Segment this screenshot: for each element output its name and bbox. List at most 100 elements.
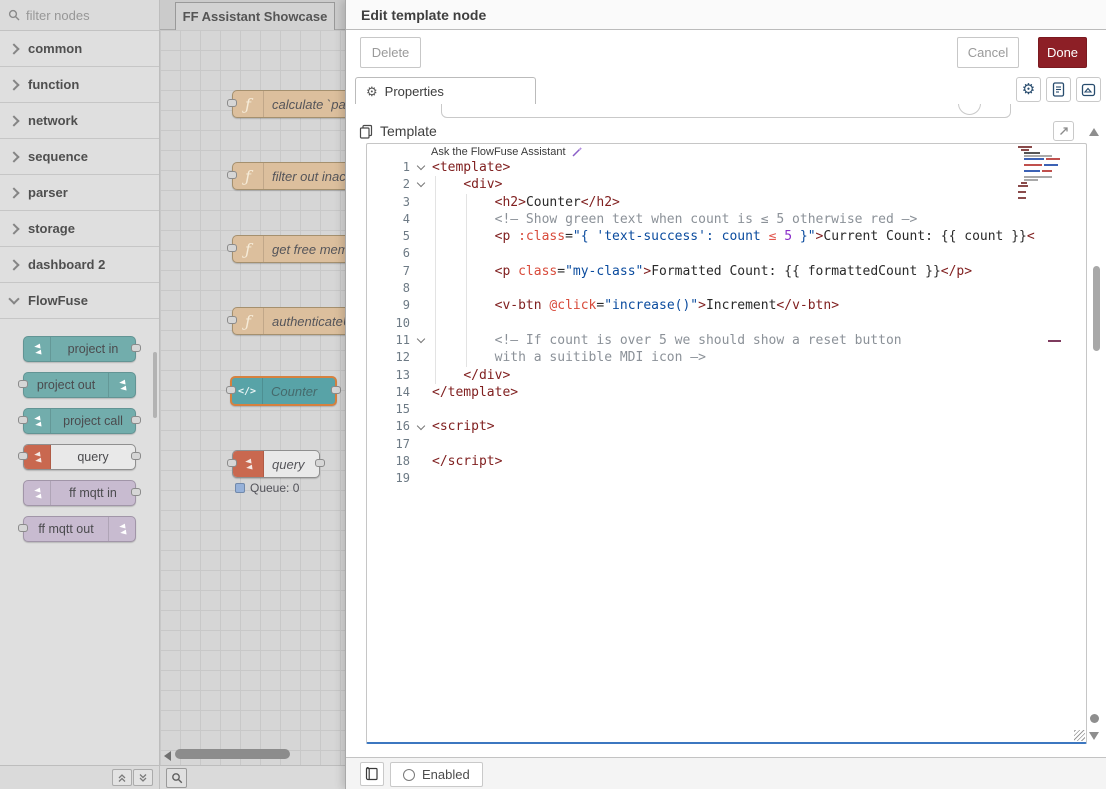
node-port-left[interactable] [227, 171, 237, 179]
fold-gutter [410, 263, 432, 280]
tray-scroll-down-arrow[interactable] [1089, 732, 1099, 740]
expand-editor-button[interactable] [1053, 121, 1074, 141]
cancel-button[interactable]: Cancel [957, 37, 1019, 68]
hscroll-left-arrow[interactable] [164, 751, 171, 761]
chevron-down-icon [8, 293, 19, 304]
node-port-right[interactable] [131, 344, 141, 352]
docs-button[interactable] [360, 762, 384, 786]
node-red-editor: filter nodes commonfunctionnetwork sequen… [0, 0, 1106, 789]
category-label: sequence [28, 149, 88, 164]
fold-chevron-icon[interactable] [410, 159, 432, 176]
node-port-right[interactable] [131, 488, 141, 496]
palette-node-ff-mqtt-out[interactable]: ff mqtt out [23, 516, 136, 542]
book-icon [365, 767, 379, 781]
workspace-node-get-free-memo[interactable]: ƒget free memo [232, 235, 345, 263]
fold-gutter [410, 453, 432, 470]
collapse-all-button[interactable] [112, 769, 132, 786]
node-label: query [51, 450, 135, 464]
palette-node-project-call[interactable]: project call [23, 408, 136, 434]
editor-resize-handle[interactable] [1074, 730, 1085, 741]
fold-gutter [410, 384, 432, 401]
workspace-search-button[interactable] [166, 768, 187, 788]
delete-button[interactable]: Delete [360, 37, 421, 68]
node-port-left[interactable] [227, 316, 237, 324]
tab-properties[interactable]: ⚙ Properties [355, 77, 536, 105]
template-code-editor[interactable]: Ask the FlowFuse Assistant 1<template>2 … [366, 143, 1087, 744]
query-node-icon [233, 451, 264, 477]
tray-scroll-up-arrow[interactable] [1089, 128, 1099, 136]
node-port-left[interactable] [18, 416, 28, 424]
flowfuse-icon [116, 523, 129, 536]
palette-node-project-in[interactable]: project in [23, 336, 136, 362]
workspace-node-calculate-pay[interactable]: ƒcalculate `pay [232, 90, 345, 118]
node-status: Queue: 0 [235, 481, 299, 495]
line-number: 7 [367, 263, 410, 280]
tray-scrollbar-thumb[interactable] [1093, 266, 1100, 351]
node-port-right[interactable] [131, 452, 141, 460]
palette-category-sequence[interactable]: sequence [0, 139, 159, 175]
code-text: <p :class="{ 'text-success': count ≤ 5 }… [432, 228, 1035, 245]
hscroll-thumb[interactable] [175, 749, 290, 759]
palette-category-function[interactable]: function [0, 67, 159, 103]
node-port-right[interactable] [131, 416, 141, 424]
double-chevron-up-icon [117, 773, 127, 783]
node-port-left[interactable] [227, 244, 237, 252]
description-tab-button[interactable] [1046, 77, 1071, 102]
fold-gutter [410, 280, 432, 297]
assistant-hint[interactable]: Ask the FlowFuse Assistant [367, 144, 1086, 159]
node-port-left[interactable] [227, 459, 237, 467]
palette-node-ff-mqtt-in[interactable]: ff mqtt in [23, 480, 136, 506]
enabled-label: Enabled [422, 767, 470, 782]
chevron-right-icon [8, 223, 19, 234]
flowfuse-icon [31, 451, 44, 464]
node-label: ff mqtt in [51, 486, 135, 500]
gear-icon: ⚙ [366, 85, 378, 98]
palette-node-project-out[interactable]: project out [23, 372, 136, 398]
palette-category-common[interactable]: common [0, 31, 159, 67]
tray-footer: Enabled [346, 757, 1106, 789]
tab-ff-assistant-showcase[interactable]: FF Assistant Showcase [175, 2, 335, 30]
enabled-toggle[interactable]: Enabled [390, 762, 483, 787]
fold-gutter [410, 315, 432, 332]
document-icon [1052, 82, 1065, 97]
node-port-left[interactable] [18, 524, 28, 532]
fold-chevron-icon[interactable] [410, 332, 432, 349]
node-port-left[interactable] [18, 452, 28, 460]
fold-chevron-icon[interactable] [410, 418, 432, 435]
node-port-left[interactable] [227, 99, 237, 107]
properties-tab-button[interactable]: ⚙ [1016, 77, 1041, 102]
node-palette: filter nodes commonfunctionnetwork sequen… [0, 0, 160, 789]
palette-filter[interactable]: filter nodes [0, 0, 159, 31]
fold-chevron-icon[interactable] [410, 176, 432, 193]
node-port-left[interactable] [226, 386, 236, 394]
node-label: get free memo [264, 242, 345, 257]
appearance-tab-button[interactable] [1076, 77, 1101, 102]
palette-category-dashboard-2[interactable]: dashboard 2 [0, 247, 159, 283]
node-label: filter out inacti [264, 169, 345, 184]
workspace-node-query[interactable]: query [232, 450, 320, 478]
palette-category-network[interactable]: network [0, 103, 159, 139]
node-label: calculate `pay [264, 97, 345, 112]
node-port-left[interactable] [18, 380, 28, 388]
node-label: Counter [263, 384, 335, 399]
code-text: <h2>Counter</h2> [432, 194, 620, 211]
workspace-node-counter[interactable]: </>Counter [230, 376, 337, 406]
palette-scrollbar-thumb[interactable] [153, 352, 157, 418]
palette-category-flowfuse[interactable]: FlowFuse [0, 283, 159, 319]
palette-category-parser[interactable]: parser [0, 175, 159, 211]
node-port-right[interactable] [331, 386, 341, 394]
workspace-node-authenticateu[interactable]: ƒauthenticateU [232, 307, 345, 335]
palette-category-storage[interactable]: storage [0, 211, 159, 247]
node-port-right[interactable] [315, 459, 325, 467]
scrolled-input-remnant [441, 104, 1011, 118]
editor-line: 11 <!— If count is over 5 we should show… [367, 332, 1086, 349]
fold-gutter [410, 470, 432, 487]
tray-scroll-dot [1090, 714, 1099, 723]
line-number: 17 [367, 436, 410, 453]
editor-line: 13 </div> [367, 367, 1086, 384]
workspace-node-filter-out-inacti[interactable]: ƒfilter out inacti [232, 162, 345, 190]
done-button[interactable]: Done [1038, 37, 1087, 68]
editor-minimap[interactable] [1018, 146, 1072, 208]
expand-all-button[interactable] [133, 769, 153, 786]
palette-node-query[interactable]: query [23, 444, 136, 470]
